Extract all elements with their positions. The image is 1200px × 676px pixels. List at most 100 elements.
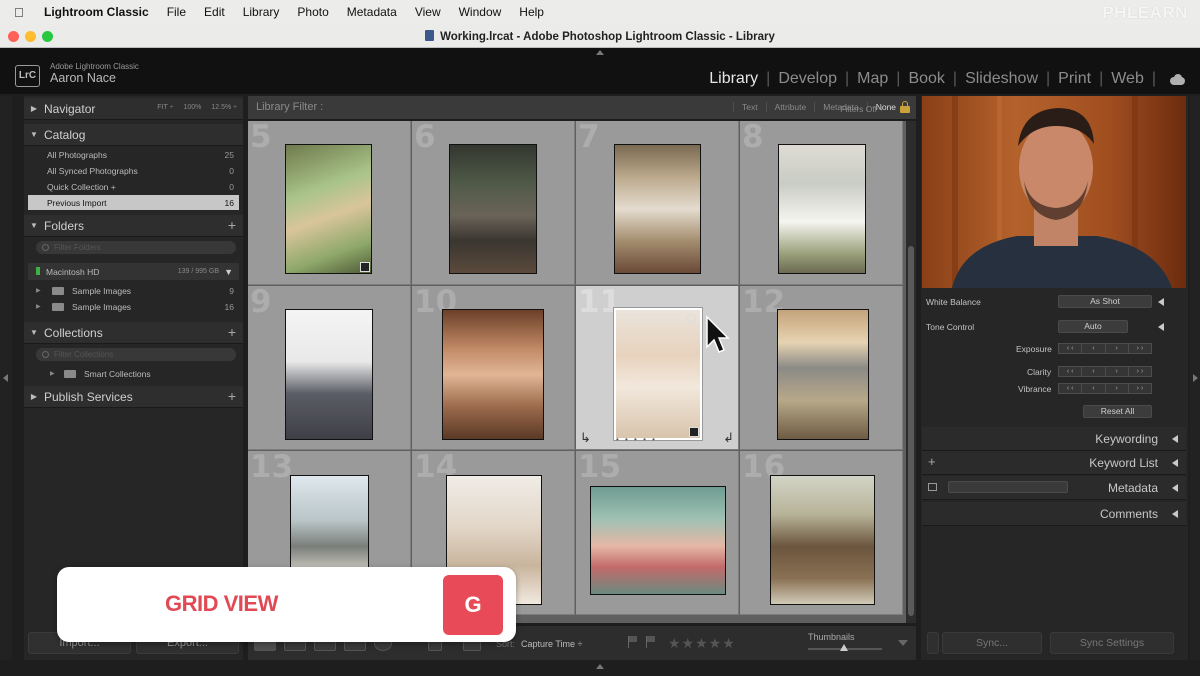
grid-scrollbar[interactable] bbox=[906, 121, 916, 623]
catalog-item-all-photographs[interactable]: All Photographs 25 bbox=[28, 147, 239, 162]
add-keyword-button[interactable]: + bbox=[928, 454, 936, 469]
collection-expand-icon[interactable]: ▶ bbox=[50, 370, 55, 377]
slider-knob-icon[interactable] bbox=[840, 644, 848, 651]
module-web[interactable]: Web bbox=[1109, 70, 1146, 88]
rating-dots[interactable]: • • • • • bbox=[616, 435, 657, 444]
module-library[interactable]: Library bbox=[707, 70, 760, 88]
collections-filter-input[interactable]: Filter Collections bbox=[36, 348, 236, 361]
grid-cell-selected[interactable]: 11 ↳ • • • • • ↲ bbox=[576, 286, 739, 450]
filter-tab-attribute[interactable]: Attribute bbox=[765, 102, 815, 112]
photo-thumbnail[interactable] bbox=[590, 486, 726, 595]
tone-control-collapse-icon[interactable] bbox=[1158, 323, 1164, 331]
menu-edit[interactable]: Edit bbox=[204, 5, 225, 19]
keyword-list-panel-header[interactable]: + Keyword List bbox=[922, 451, 1186, 475]
rotate-left-icon[interactable]: ↳ bbox=[580, 430, 591, 446]
left-panel-toggle-icon[interactable] bbox=[3, 374, 8, 382]
menu-metadata[interactable]: Metadata bbox=[347, 5, 397, 19]
sync-switch-icon[interactable] bbox=[927, 632, 939, 654]
catalog-item-quick-collection[interactable]: Quick Collection + 0 bbox=[28, 179, 239, 194]
photo-thumbnail[interactable] bbox=[285, 309, 373, 440]
menu-file[interactable]: File bbox=[167, 5, 186, 19]
grid-cell[interactable]: 8 bbox=[740, 121, 903, 285]
module-slideshow[interactable]: Slideshow bbox=[963, 70, 1040, 88]
volume-dropdown-icon[interactable]: ▼ bbox=[224, 267, 233, 277]
white-balance-collapse-icon[interactable] bbox=[1158, 298, 1164, 306]
photo-thumbnail[interactable] bbox=[778, 144, 866, 274]
cloud-sync-icon[interactable] bbox=[1168, 73, 1186, 85]
volume-macintosh-hd[interactable]: Macintosh HD 139 / 995 GB ▼ bbox=[28, 263, 239, 280]
catalog-item-all-synced[interactable]: All Synced Photographs 0 bbox=[28, 163, 239, 178]
folder-expand-icon[interactable]: ▶ bbox=[36, 303, 41, 310]
pick-flag-icon[interactable] bbox=[628, 636, 638, 648]
photo-thumbnail[interactable] bbox=[442, 309, 544, 440]
filmstrip-toggle-icon[interactable] bbox=[596, 664, 604, 669]
zoom-custom-option[interactable]: 12.5% ÷ bbox=[211, 104, 237, 111]
catalog-item-previous-import[interactable]: Previous Import 16 bbox=[28, 195, 239, 210]
collections-header[interactable]: ▼ Collections + bbox=[24, 322, 243, 344]
vibrance-adjust-buttons[interactable]: ‹ ‹ ‹ › › › bbox=[1058, 383, 1152, 394]
white-balance-dropdown[interactable]: As Shot bbox=[1058, 295, 1152, 308]
reset-all-button[interactable]: Reset All bbox=[1083, 405, 1152, 418]
zoom-fit-option[interactable]: FIT ÷ bbox=[157, 104, 173, 111]
grid-cell[interactable]: 5 bbox=[248, 121, 411, 285]
menu-help[interactable]: Help bbox=[519, 5, 544, 19]
menu-view[interactable]: View bbox=[415, 5, 441, 19]
toolbar-options-dropdown-icon[interactable] bbox=[898, 640, 908, 646]
filters-off-dropdown[interactable]: Filters Off ÷ bbox=[840, 104, 884, 114]
reject-flag-icon[interactable] bbox=[646, 636, 656, 648]
photo-thumbnail[interactable] bbox=[613, 307, 703, 441]
quick-collection-circle-icon[interactable] bbox=[687, 314, 696, 323]
sync-settings-button[interactable]: Sync Settings bbox=[1050, 632, 1174, 654]
grid-cell[interactable]: 6 bbox=[412, 121, 575, 285]
menu-photo[interactable]: Photo bbox=[297, 5, 328, 19]
sort-dropdown[interactable]: Capture Time ÷ bbox=[521, 639, 582, 649]
grid-cell[interactable]: 10 bbox=[412, 286, 575, 450]
collection-row-smart[interactable]: ▶ Smart Collections bbox=[28, 366, 239, 382]
photo-thumbnail[interactable] bbox=[614, 144, 701, 274]
filter-tab-text[interactable]: Text bbox=[733, 102, 766, 112]
photo-thumbnail[interactable] bbox=[285, 144, 372, 274]
rotate-right-icon[interactable]: ↲ bbox=[723, 430, 734, 446]
grid-cell[interactable]: 12 bbox=[740, 286, 903, 450]
right-panel-toggle-icon[interactable] bbox=[1193, 374, 1198, 382]
metadata-preset-icon[interactable] bbox=[928, 483, 937, 491]
folders-header[interactable]: ▼ Folders + bbox=[24, 215, 243, 237]
app-menu[interactable]: Lightroom Classic bbox=[44, 5, 149, 19]
apple-icon[interactable]:  bbox=[14, 5, 36, 20]
lock-icon[interactable] bbox=[900, 101, 910, 113]
comments-panel-header[interactable]: Comments bbox=[922, 502, 1186, 526]
grid-cell[interactable]: 15 bbox=[576, 451, 739, 615]
navigator-header[interactable]: ▶ Navigator FIT ÷ 100% 12.5% ÷ bbox=[24, 98, 243, 120]
menu-window[interactable]: Window bbox=[459, 5, 502, 19]
right-panel-edge[interactable] bbox=[1190, 96, 1200, 660]
folder-expand-icon[interactable]: ▶ bbox=[36, 287, 41, 294]
catalog-header[interactable]: ▼ Catalog bbox=[24, 124, 243, 146]
keywording-panel-header[interactable]: Keywording bbox=[922, 427, 1186, 451]
photo-thumbnail[interactable] bbox=[770, 475, 875, 605]
grid-cell[interactable]: 16 bbox=[740, 451, 903, 615]
publish-services-header[interactable]: ▶ Publish Services + bbox=[24, 386, 243, 408]
grid-cell[interactable]: 7 bbox=[576, 121, 739, 285]
grid-cell[interactable]: 9 bbox=[248, 286, 411, 450]
menu-library[interactable]: Library bbox=[243, 5, 280, 19]
folder-row[interactable]: ▶ Sample Images 9 bbox=[28, 283, 239, 299]
photo-thumbnail[interactable] bbox=[777, 309, 869, 440]
clarity-adjust-buttons[interactable]: ‹ ‹ ‹ › › › bbox=[1058, 366, 1152, 377]
star-rating[interactable]: ★★★★★ bbox=[668, 635, 736, 652]
module-develop[interactable]: Develop bbox=[776, 70, 839, 88]
left-panel-edge[interactable] bbox=[0, 96, 12, 660]
top-panel-toggle-icon[interactable] bbox=[596, 50, 604, 55]
auto-tone-button[interactable]: Auto bbox=[1058, 320, 1128, 333]
photo-thumbnail[interactable] bbox=[449, 144, 537, 274]
module-print[interactable]: Print bbox=[1056, 70, 1093, 88]
module-book[interactable]: Book bbox=[906, 70, 946, 88]
add-publish-service-button[interactable]: + bbox=[228, 388, 236, 404]
scrollbar-thumb[interactable] bbox=[908, 246, 914, 616]
exposure-adjust-buttons[interactable]: ‹ ‹ ‹ › › › bbox=[1058, 343, 1152, 354]
metadata-preset-dropdown[interactable] bbox=[948, 481, 1068, 493]
add-folder-button[interactable]: + bbox=[228, 217, 236, 233]
folders-filter-input[interactable]: Filter Folders bbox=[36, 241, 236, 254]
folder-row[interactable]: ▶ Sample Images 16 bbox=[28, 299, 239, 315]
module-map[interactable]: Map bbox=[855, 70, 890, 88]
metadata-panel-header[interactable]: Metadata bbox=[922, 476, 1186, 500]
